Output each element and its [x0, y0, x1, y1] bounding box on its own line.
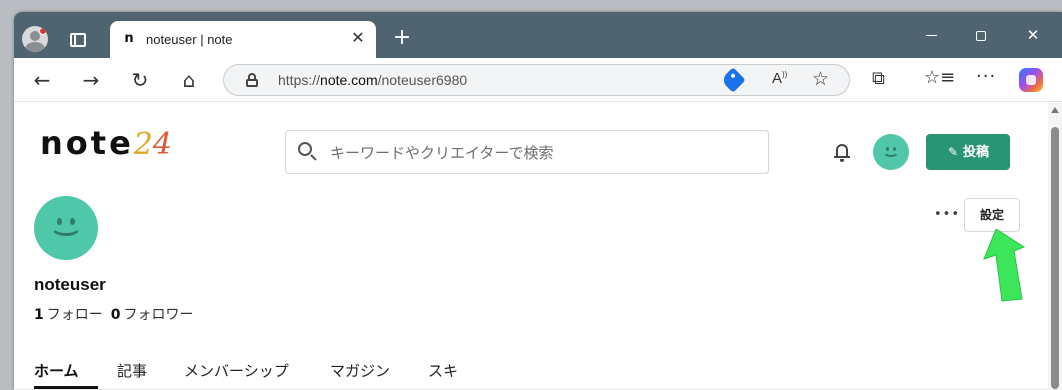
profile-name: noteuser — [34, 275, 106, 294]
window-close-icon[interactable]: ✕ — [1018, 26, 1048, 44]
profile-avatar — [34, 196, 98, 260]
scroll-up-icon[interactable] — [1051, 107, 1059, 113]
url-text[interactable]: https://note.com/noteuser6980 — [278, 72, 467, 88]
plus-icon[interactable]: + — [390, 26, 414, 50]
star-icon[interactable]: ☆ — [812, 68, 829, 90]
settings-button[interactable]: 設定 — [964, 198, 1020, 232]
followers-link[interactable]: 0 フォロワー — [111, 307, 194, 323]
scrollbar[interactable] — [1048, 103, 1062, 390]
favorites-icon[interactable]: ☆≡ — [924, 67, 955, 88]
search-icon — [298, 142, 318, 162]
browser-window: n noteuser | note ✕ + ✕ ← → ↻ ⌂ https://… — [14, 12, 1062, 390]
puzzle-icon[interactable]: ⧉ — [872, 68, 885, 89]
tab-articles[interactable]: 記事 — [117, 360, 147, 381]
search-box[interactable] — [285, 130, 769, 174]
address-toolbar: ← → ↻ ⌂ https://note.com/noteuser6980 A)… — [14, 58, 1062, 102]
tab-likes[interactable]: スキ — [428, 360, 458, 381]
minimize-icon[interactable] — [916, 26, 946, 44]
pencil-icon: ✎ — [947, 145, 959, 159]
following-link[interactable]: 1 フォロー — [34, 307, 103, 323]
note-logo[interactable]: note24 — [40, 123, 172, 165]
title-bar: n noteuser | note ✕ + ✕ — [14, 12, 1062, 58]
shopping-tag-icon[interactable] — [720, 67, 746, 93]
note-favicon-icon: n — [124, 31, 134, 46]
post-button[interactable]: ✎ 投稿 — [926, 134, 1010, 170]
reload-icon[interactable]: ↻ — [128, 68, 152, 92]
copilot-icon[interactable] — [1019, 68, 1043, 92]
home-icon[interactable]: ⌂ — [177, 68, 201, 92]
read-aloud-icon[interactable]: A)) — [772, 70, 787, 87]
tab-magazines[interactable]: マガジン — [330, 360, 390, 381]
more-options-button[interactable]: ••• — [934, 207, 960, 222]
avatar[interactable] — [873, 134, 909, 170]
back-arrow-icon[interactable]: ← — [30, 68, 54, 92]
bell-icon[interactable] — [834, 143, 850, 162]
arrow-up-annotation-icon — [983, 229, 1026, 302]
tab-actions-icon[interactable] — [70, 33, 86, 47]
scroll-thumb[interactable] — [1051, 127, 1059, 389]
tab-membership[interactable]: メンバーシップ — [184, 360, 289, 381]
address-bar[interactable]: https://note.com/noteuser6980 A)) ☆ — [223, 64, 850, 96]
maximize-icon[interactable] — [966, 26, 996, 44]
forward-arrow-icon[interactable]: → — [79, 68, 103, 92]
follow-stats: 1 フォロー 0 フォロワー — [34, 304, 194, 324]
tab-title: noteuser | note — [146, 32, 233, 47]
page-content: note24 ✎投稿 ••• 設定 noteuser 1フォロー 0フォロワー ホ… — [14, 103, 1062, 390]
browser-tab[interactable]: n noteuser | note ✕ — [110, 21, 376, 58]
more-icon[interactable]: ··· — [976, 66, 996, 87]
close-icon[interactable]: ✕ — [350, 30, 366, 46]
profile-icon[interactable] — [22, 26, 48, 52]
search-input[interactable] — [330, 141, 750, 165]
tab-home[interactable]: ホーム — [34, 360, 79, 381]
lock-icon[interactable] — [246, 73, 258, 87]
